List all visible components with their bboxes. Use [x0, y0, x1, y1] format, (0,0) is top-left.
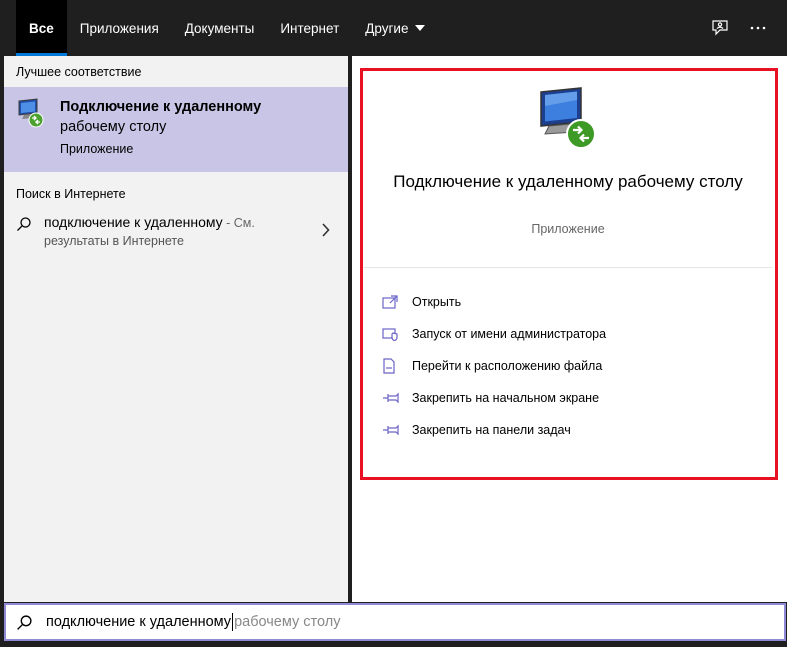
tab-internet[interactable]: Интернет	[267, 0, 352, 56]
web-search-heading: Поиск в Интернете	[16, 187, 126, 201]
search-input-text[interactable]: подключение к удаленному	[46, 614, 231, 630]
web-search-suffix: - См.	[222, 216, 255, 230]
action-pin-taskbar[interactable]: Закрепить на панели задач	[382, 414, 606, 446]
action-pin-start[interactable]: Закрепить на начальном экране	[382, 382, 606, 414]
remote-desktop-icon	[16, 97, 48, 137]
app-title: Подключение к удаленному рабочему столу	[393, 172, 743, 191]
tab-other-label: Другие	[365, 20, 409, 36]
tab-all-label: Все	[29, 20, 54, 36]
web-search-item[interactable]: подключение к удаленному - См. результат…	[4, 206, 348, 256]
best-match-title-line2: рабочему столу	[60, 119, 167, 135]
results-panel: Лучшее соответствие Подключение к удален…	[4, 56, 348, 602]
more-icon[interactable]	[747, 17, 769, 39]
action-run-as-admin-label: Запуск от имени администратора	[412, 327, 607, 341]
search-autocomplete: рабочему столу	[234, 614, 341, 630]
tab-documents[interactable]: Документы	[172, 0, 268, 56]
search-top-bar: Все Приложения Документы Интернет Другие	[0, 0, 787, 56]
pin-icon	[382, 389, 402, 407]
tab-apps-label: Приложения	[79, 20, 159, 36]
tab-documents-label: Документы	[184, 20, 255, 36]
file-location-icon	[382, 357, 402, 375]
search-icon	[16, 212, 36, 250]
best-match-type: Приложение	[60, 142, 134, 156]
best-match-heading: Лучшее соответствие	[16, 65, 142, 79]
action-open-file-location-label: Перейти к расположению файла	[412, 359, 603, 373]
divider	[364, 267, 772, 268]
action-open-file-location[interactable]: Перейти к расположению файла	[382, 350, 606, 382]
app-type: Приложение	[531, 222, 605, 236]
best-match-item[interactable]: Подключение к удаленному рабочему столу …	[4, 87, 348, 172]
tab-other[interactable]: Другие	[352, 0, 438, 56]
chevron-right-icon[interactable]	[321, 223, 330, 242]
action-pin-taskbar-label: Закрепить на панели задач	[412, 423, 571, 437]
action-open[interactable]: Открыть	[382, 286, 606, 318]
shield-icon	[382, 325, 402, 343]
search-box[interactable]: подключение к удаленному рабочему столу	[4, 603, 786, 641]
action-pin-start-label: Закрепить на начальном экране	[412, 391, 600, 405]
action-open-label: Открыть	[412, 295, 462, 309]
tab-internet-label: Интернет	[280, 20, 340, 36]
action-run-as-admin[interactable]: Запуск от имени администратора	[382, 318, 606, 350]
filter-tabs: Все Приложения Документы Интернет Другие	[0, 0, 438, 56]
chevron-down-icon	[415, 25, 426, 31]
tab-apps[interactable]: Приложения	[67, 0, 172, 56]
best-match-title: Подключение к удаленному	[60, 99, 262, 115]
web-search-subtitle: результаты в Интернете	[44, 234, 184, 248]
web-search-query: подключение к удаленному	[44, 214, 223, 230]
feedback-icon[interactable]	[709, 17, 731, 39]
pin-icon	[382, 421, 402, 439]
action-list: Открыть Запуск от имени администратора П…	[382, 286, 606, 446]
text-cursor	[232, 613, 234, 631]
tab-all[interactable]: Все	[16, 0, 67, 56]
open-icon	[382, 293, 402, 311]
search-icon	[16, 614, 38, 631]
remote-desktop-icon-large	[537, 86, 603, 152]
